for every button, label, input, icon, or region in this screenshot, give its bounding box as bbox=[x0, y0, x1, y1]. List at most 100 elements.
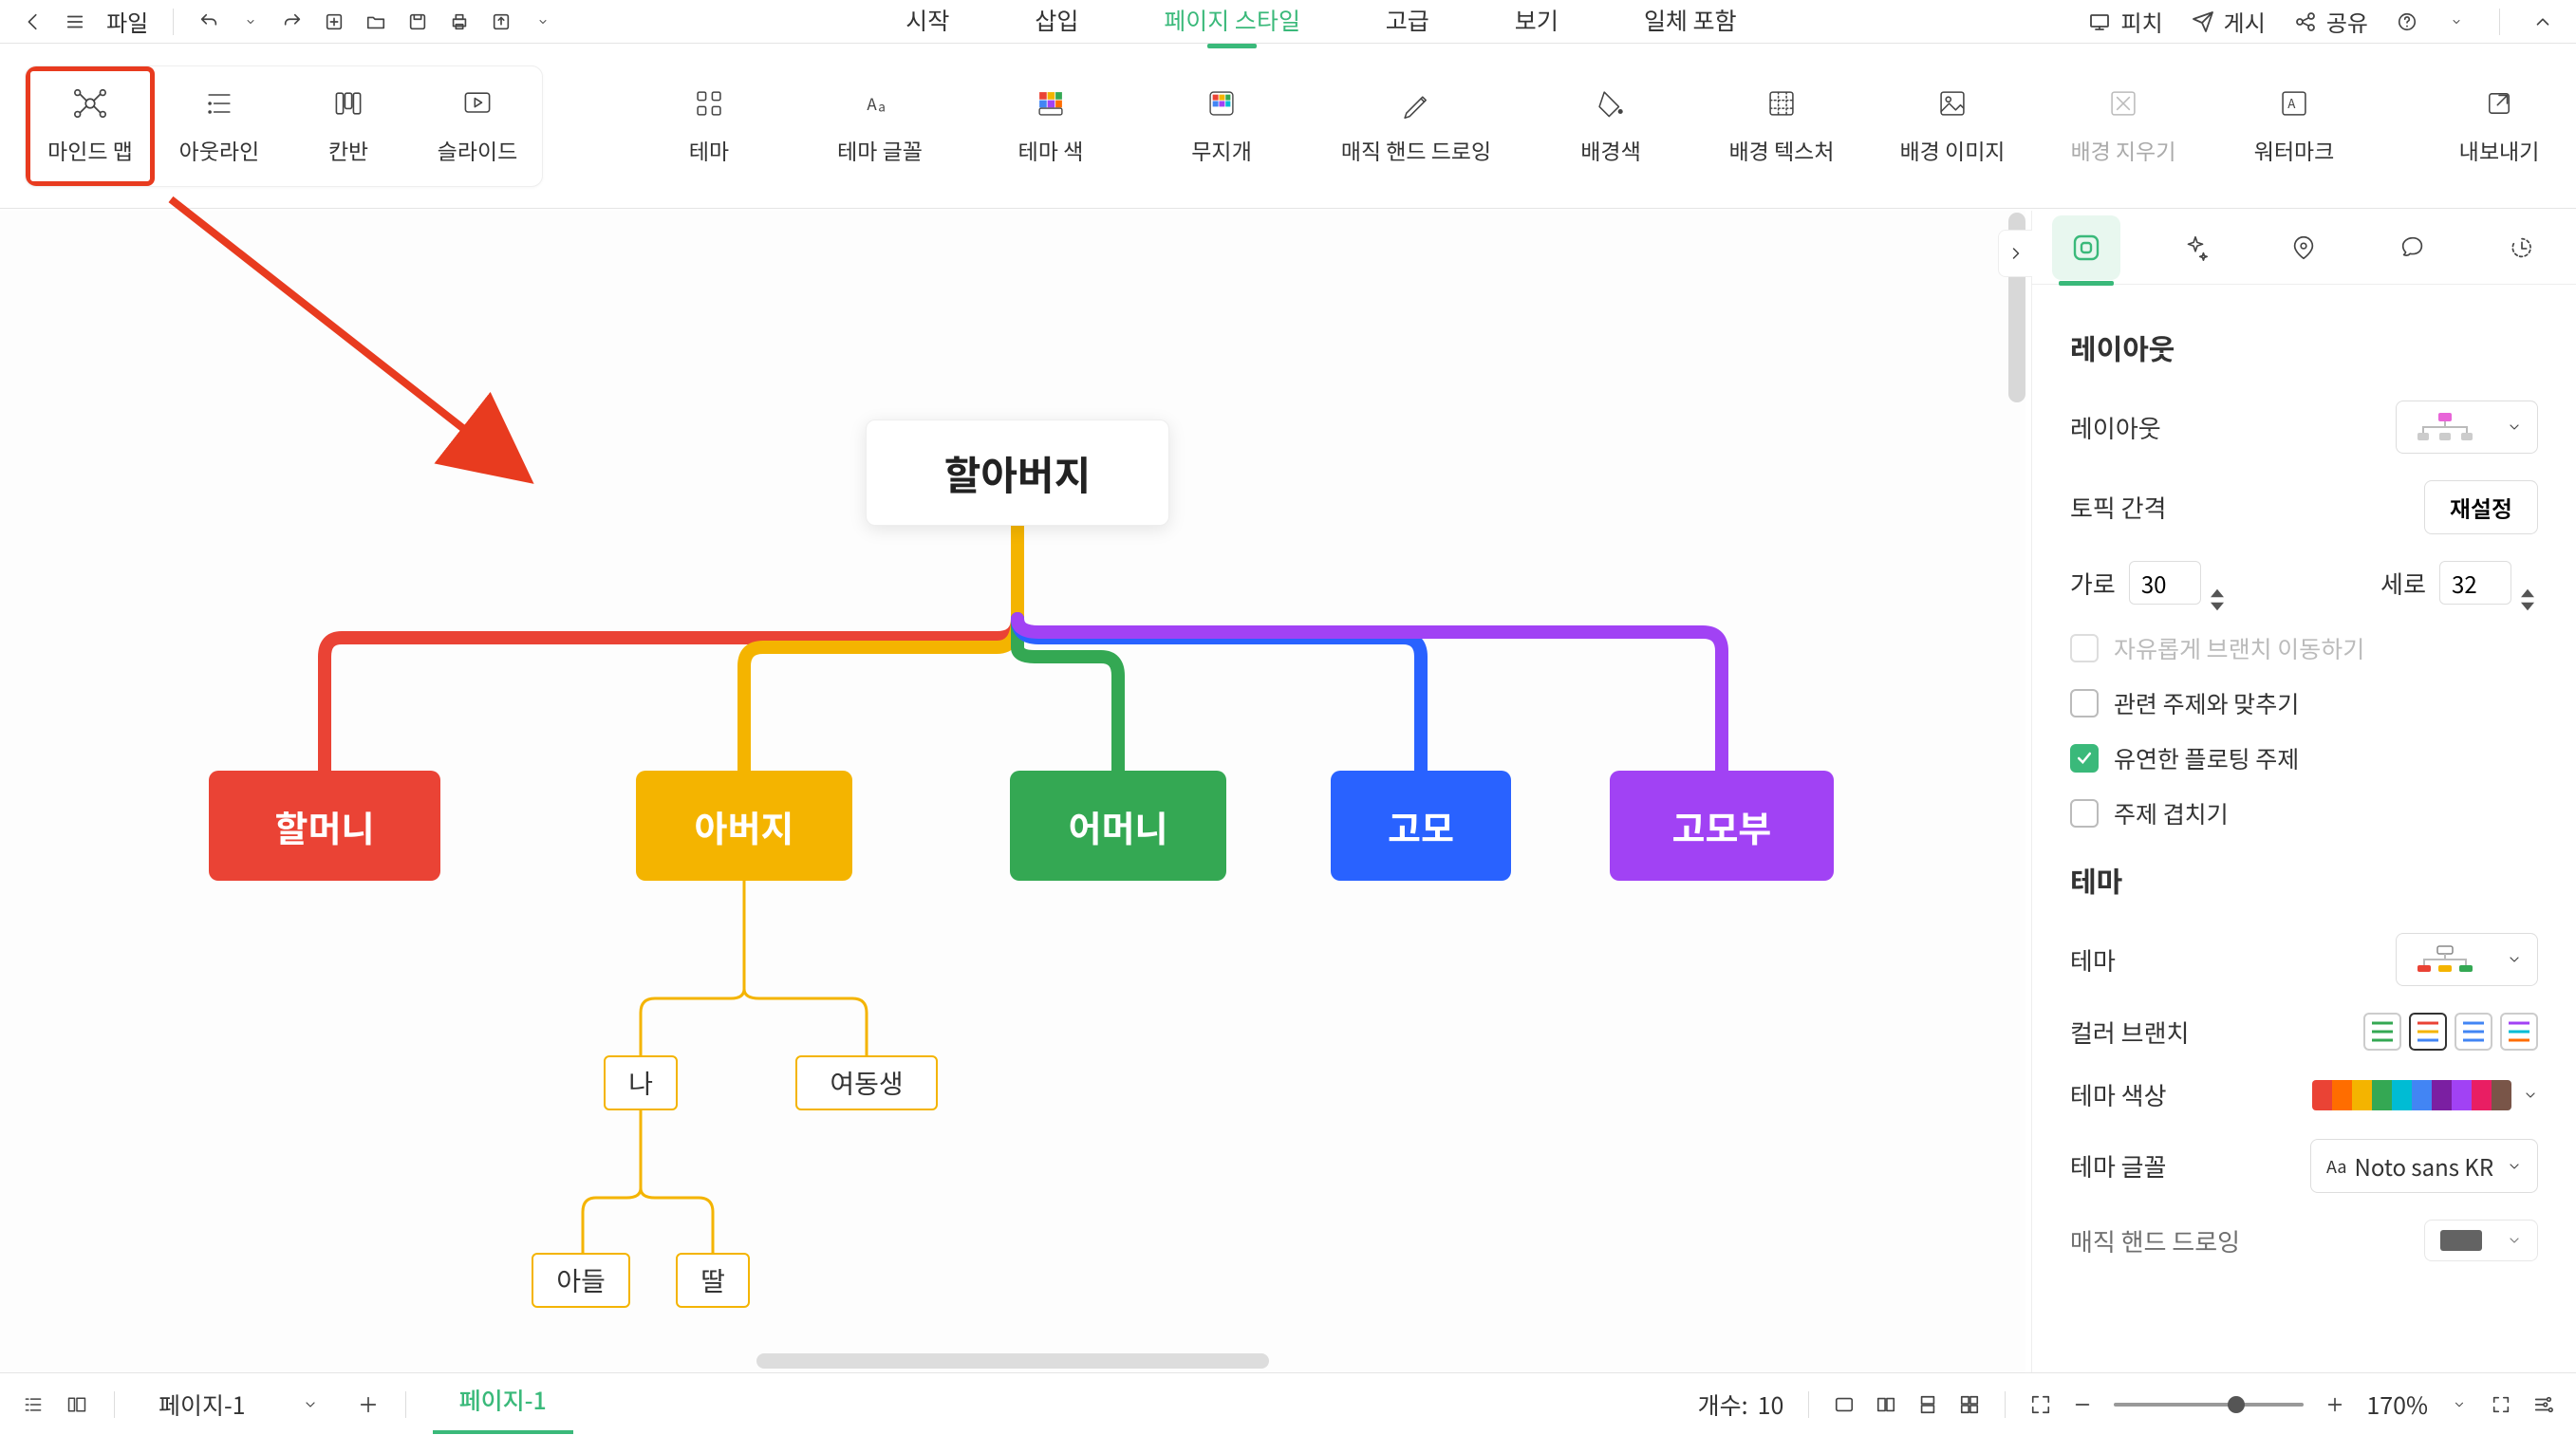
tab-insert[interactable]: 삽입 bbox=[1035, 3, 1078, 41]
branch-swatch-3[interactable] bbox=[2455, 1013, 2492, 1051]
fit-icon[interactable] bbox=[2030, 1394, 2051, 1415]
tool-bg-image[interactable]: 배경 이미지 bbox=[1881, 65, 2024, 187]
redo-icon[interactable] bbox=[282, 11, 303, 32]
undo-dropdown-icon[interactable] bbox=[240, 11, 261, 32]
panel-tab-history[interactable] bbox=[2488, 215, 2556, 280]
publish-button[interactable]: 게시 bbox=[2192, 5, 2266, 38]
open-icon[interactable] bbox=[365, 11, 386, 32]
checkbox-align[interactable] bbox=[2070, 689, 2099, 718]
panel-collapse-button[interactable] bbox=[1998, 230, 2032, 277]
page-thumb-icon[interactable] bbox=[66, 1394, 87, 1415]
pitch-button[interactable]: 피치 bbox=[2088, 5, 2162, 38]
theme-font-dropdown[interactable]: AaNoto sans KR bbox=[2310, 1139, 2538, 1193]
tool-theme[interactable]: 테마 bbox=[638, 65, 780, 187]
branch-node-3[interactable]: 어머니 bbox=[1010, 771, 1226, 881]
help-dropdown-icon[interactable] bbox=[2446, 11, 2467, 32]
add-page-icon[interactable] bbox=[358, 1394, 379, 1415]
checkbox-overlap[interactable] bbox=[2070, 799, 2099, 828]
tool-watermark[interactable]: A 워터마크 bbox=[2223, 65, 2365, 187]
branch-swatch-4[interactable] bbox=[2500, 1013, 2538, 1051]
panel-tab-ai[interactable] bbox=[2161, 215, 2230, 280]
zoom-out-icon[interactable] bbox=[2072, 1394, 2093, 1415]
magic-hand-dropdown[interactable] bbox=[2424, 1220, 2538, 1261]
chevron-down-icon[interactable] bbox=[2523, 1088, 2538, 1103]
checkbox-float[interactable] bbox=[2070, 744, 2099, 773]
page-selector[interactable]: 페이지-1 bbox=[141, 1382, 335, 1427]
mindmap-root-node[interactable]: 할아버지 bbox=[866, 419, 1169, 526]
tool-theme-color[interactable]: 테마 색 bbox=[980, 65, 1122, 187]
file-menu[interactable]: 파일 bbox=[106, 5, 148, 38]
share-export-icon[interactable] bbox=[491, 11, 512, 32]
tab-start[interactable]: 시작 bbox=[905, 3, 949, 41]
screen-3-icon[interactable] bbox=[1917, 1394, 1938, 1415]
zoom-value[interactable]: 170% bbox=[2366, 1388, 2428, 1422]
horiz-input[interactable] bbox=[2129, 561, 2201, 605]
view-mindmap[interactable]: 마인드 맵 bbox=[26, 66, 155, 186]
back-icon[interactable] bbox=[23, 11, 44, 32]
checkbox-row-align[interactable]: 관련 주제와 맞추기 bbox=[2070, 686, 2538, 720]
sub-node-sister[interactable]: 여동생 bbox=[795, 1055, 938, 1110]
tool-theme-font[interactable]: Aa 테마 글꼴 bbox=[809, 65, 951, 187]
tab-help[interactable]: 일체 포함 bbox=[1644, 3, 1737, 41]
page-tab-1[interactable]: 페이지-1 bbox=[433, 1375, 573, 1434]
tab-advanced[interactable]: 고급 bbox=[1386, 3, 1429, 41]
tool-watermark-label: 워터마크 bbox=[2254, 134, 2335, 166]
tool-bg-texture[interactable]: 배경 텍스처 bbox=[1710, 65, 1853, 187]
help-icon[interactable] bbox=[2397, 11, 2417, 32]
canvas-hscrollbar[interactable] bbox=[756, 1353, 1269, 1369]
tool-bg-color[interactable]: 배경색 bbox=[1540, 65, 1682, 187]
zoom-knob[interactable] bbox=[2228, 1396, 2245, 1413]
print-icon[interactable] bbox=[449, 11, 470, 32]
undo-icon[interactable] bbox=[198, 11, 219, 32]
panel-tab-marker[interactable] bbox=[2269, 215, 2338, 280]
share-button[interactable]: 공유 bbox=[2294, 5, 2368, 38]
branch-node-1[interactable]: 할머니 bbox=[209, 771, 440, 881]
checkbox-row-overlap[interactable]: 주제 겹치기 bbox=[2070, 796, 2538, 830]
screen-4-icon[interactable] bbox=[1959, 1394, 1980, 1415]
tool-rainbow[interactable]: 무지개 bbox=[1150, 65, 1293, 187]
sub-node-me[interactable]: 나 bbox=[604, 1055, 678, 1110]
export-button[interactable]: 내보내기 bbox=[2447, 86, 2551, 166]
screen-1-icon[interactable] bbox=[1834, 1394, 1855, 1415]
sub-node-son[interactable]: 아들 bbox=[532, 1253, 630, 1308]
theme-color-bar[interactable] bbox=[2312, 1080, 2511, 1110]
zoom-dropdown-icon[interactable] bbox=[2449, 1394, 2470, 1415]
vert-down-icon[interactable] bbox=[2521, 584, 2538, 595]
tab-view[interactable]: 보기 bbox=[1515, 3, 1559, 41]
mindmap-canvas[interactable]: 할아버지 할머니 아버지 어머니 고모 고모부 나 여동생 아들 딸 bbox=[0, 211, 2025, 1372]
view-outline[interactable]: 아웃라인 bbox=[155, 66, 284, 186]
tool-hand-drawing-label: 매직 핸드 드로잉 bbox=[1341, 134, 1491, 166]
fullscreen-icon[interactable] bbox=[2491, 1394, 2511, 1415]
page-selector-label: 페이지-1 bbox=[159, 1388, 246, 1422]
screen-2-icon[interactable] bbox=[1876, 1394, 1896, 1415]
save-icon[interactable] bbox=[407, 11, 428, 32]
branch-swatch-1[interactable] bbox=[2363, 1013, 2401, 1051]
tool-hand-drawing[interactable]: 매직 핸드 드로잉 bbox=[1321, 65, 1511, 187]
branch-node-4[interactable]: 고모 bbox=[1331, 771, 1511, 881]
branch-node-2[interactable]: 아버지 bbox=[636, 771, 852, 881]
zoom-in-icon[interactable] bbox=[2324, 1394, 2345, 1415]
horiz-up-icon[interactable] bbox=[2211, 570, 2228, 582]
sub-node-daughter[interactable]: 딸 bbox=[676, 1253, 750, 1308]
view-slide[interactable]: 슬라이드 bbox=[413, 66, 542, 186]
panel-tab-format[interactable] bbox=[2052, 215, 2120, 280]
tab-page-style[interactable]: 페이지 스타일 bbox=[1164, 3, 1300, 41]
menu-icon[interactable] bbox=[65, 11, 85, 32]
vert-up-icon[interactable] bbox=[2521, 570, 2538, 582]
collapse-up-icon[interactable] bbox=[2532, 11, 2553, 32]
branch-swatch-2[interactable] bbox=[2409, 1013, 2447, 1051]
vert-input[interactable] bbox=[2439, 561, 2511, 605]
share-export-dropdown-icon[interactable] bbox=[532, 11, 553, 32]
horiz-down-icon[interactable] bbox=[2211, 584, 2228, 595]
reset-spacing-button[interactable]: 재설정 bbox=[2424, 480, 2538, 534]
view-kanban[interactable]: 칸반 bbox=[284, 66, 413, 186]
zoom-slider[interactable] bbox=[2114, 1403, 2304, 1407]
settings-icon[interactable] bbox=[2532, 1394, 2553, 1415]
panel-tab-sticker[interactable] bbox=[2379, 215, 2447, 280]
branch-node-5[interactable]: 고모부 bbox=[1610, 771, 1834, 881]
checkbox-row-float[interactable]: 유연한 플로팅 주제 bbox=[2070, 741, 2538, 775]
layout-dropdown[interactable] bbox=[2396, 401, 2538, 454]
theme-dropdown[interactable] bbox=[2396, 933, 2538, 986]
new-icon[interactable] bbox=[324, 11, 345, 32]
page-list-icon[interactable] bbox=[23, 1394, 44, 1415]
